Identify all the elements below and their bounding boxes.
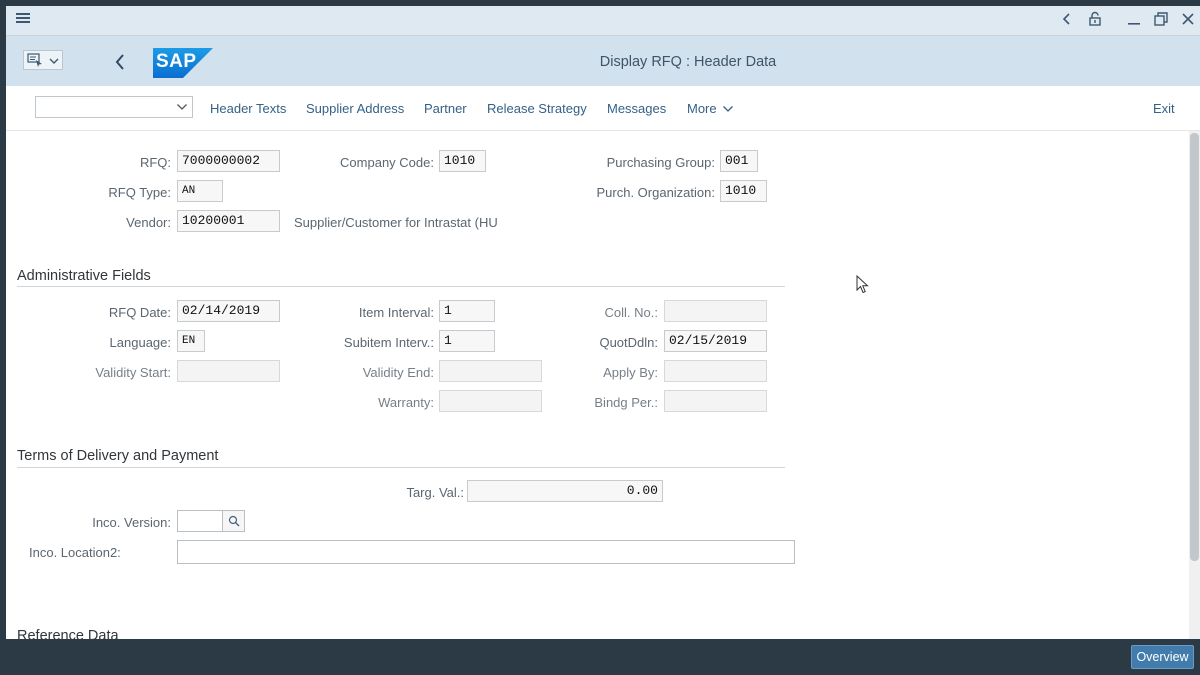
application-toolbar: Header Texts Supplier Address Partner Re…: [6, 86, 1200, 131]
validity-end-label: Validity End:: [362, 365, 434, 380]
mouse-cursor-icon: [856, 274, 870, 298]
binding-period-label: Bindg Per.:: [594, 395, 658, 410]
release-strategy-button[interactable]: Release Strategy: [487, 101, 587, 117]
quot-deadline-field[interactable]: 02/15/2019: [664, 330, 767, 352]
value-help-button[interactable]: [222, 510, 245, 532]
shell-bar: SAP Display RFQ : Header Data: [6, 36, 1200, 86]
inco-version-label: Inco. Version:: [92, 515, 171, 530]
rfq-type-label: RFQ Type:: [108, 185, 171, 200]
target-value-label: Targ. Val.:: [406, 485, 464, 500]
warranty-label: Warranty:: [378, 395, 434, 410]
rfq-date-field[interactable]: 02/14/2019: [177, 300, 280, 322]
chevron-down-icon: [48, 55, 60, 70]
command-field-icon: [27, 53, 43, 70]
title-bar: [6, 6, 1200, 36]
sap-window: SAP Display RFQ : Header Data Header Tex…: [6, 6, 1200, 675]
purch-org-field[interactable]: 1010: [720, 180, 767, 202]
coll-no-label: Coll. No.:: [604, 305, 658, 320]
target-value-field[interactable]: 0.00: [467, 480, 663, 502]
validity-end-field[interactable]: [439, 360, 542, 382]
vendor-label: Vendor:: [126, 215, 171, 230]
purchasing-group-field[interactable]: 001: [720, 150, 758, 172]
back-button[interactable]: [114, 53, 126, 74]
purchasing-group-label: Purchasing Group:: [606, 155, 715, 170]
validity-start-field[interactable]: [177, 360, 280, 382]
restore-icon[interactable]: [1153, 11, 1169, 33]
inco-version-field[interactable]: [177, 510, 223, 532]
close-icon[interactable]: [1181, 11, 1195, 33]
page-title: Display RFQ : Header Data: [599, 54, 777, 70]
header-texts-button[interactable]: Header Texts: [210, 101, 286, 117]
validity-start-label: Validity Start:: [95, 365, 171, 380]
toolbar-dropdown[interactable]: [35, 96, 193, 118]
sap-logo: SAP: [153, 48, 213, 81]
section-divider: [17, 467, 785, 468]
chevron-down-icon: [176, 101, 188, 116]
overview-button[interactable]: Overview: [1131, 645, 1194, 669]
subitem-interval-label: Subitem Interv.:: [343, 335, 434, 350]
subitem-interval-field[interactable]: 1: [439, 330, 495, 352]
rfq-date-label: RFQ Date:: [108, 305, 171, 320]
command-field-button[interactable]: [23, 50, 63, 70]
language-label: Language:: [109, 335, 171, 350]
footer-bar: Overview: [6, 639, 1200, 675]
supplier-address-button[interactable]: Supplier Address: [306, 101, 404, 117]
scrollbar-thumb[interactable]: [1190, 133, 1199, 561]
inco-location2-label: Inco. Location2:: [29, 545, 121, 560]
content-area: RFQ: 7000000002 Company Code: 1010 Purch…: [6, 131, 1200, 639]
company-code-field[interactable]: 1010: [439, 150, 486, 172]
section-title-terms: Terms of Delivery and Payment: [17, 448, 219, 464]
binding-period-field[interactable]: [664, 390, 767, 412]
section-title-administrative: Administrative Fields: [17, 268, 151, 284]
warranty-field[interactable]: [439, 390, 542, 412]
quot-deadline-label: QuotDdln:: [599, 335, 658, 350]
messages-button[interactable]: Messages: [607, 101, 666, 117]
purch-org-label: Purch. Organization:: [596, 185, 715, 200]
exit-button[interactable]: Exit: [1153, 101, 1175, 117]
item-interval-field[interactable]: 1: [439, 300, 495, 322]
language-field[interactable]: EN: [177, 330, 205, 352]
menu-icon[interactable]: [15, 10, 31, 32]
inco-location2-field[interactable]: [177, 540, 795, 564]
vendor-description: Supplier/Customer for Intrastat (HU: [294, 215, 498, 230]
apply-by-field[interactable]: [664, 360, 767, 382]
section-divider: [17, 286, 785, 287]
rfq-label: RFQ:: [139, 155, 171, 170]
value-help-icon: [228, 515, 240, 530]
more-button-label: More: [687, 101, 717, 116]
apply-by-label: Apply By:: [603, 365, 658, 380]
item-interval-label: Item Interval:: [358, 305, 434, 320]
section-title-reference: Reference Data: [17, 628, 119, 639]
rfq-type-field[interactable]: AN: [177, 180, 223, 202]
back-arrow-icon[interactable]: [1060, 11, 1074, 33]
coll-no-field[interactable]: [664, 300, 767, 322]
rfq-field[interactable]: 7000000002: [177, 150, 280, 172]
chevron-down-icon: [722, 102, 734, 118]
minimize-icon[interactable]: [1126, 11, 1142, 33]
vendor-field[interactable]: 10200001: [177, 210, 280, 232]
sap-logo-text: SAP: [156, 51, 197, 72]
partner-button[interactable]: Partner: [424, 101, 467, 117]
more-button[interactable]: More: [687, 101, 734, 118]
company-code-label: Company Code:: [340, 155, 434, 170]
unlock-icon[interactable]: [1087, 11, 1103, 33]
